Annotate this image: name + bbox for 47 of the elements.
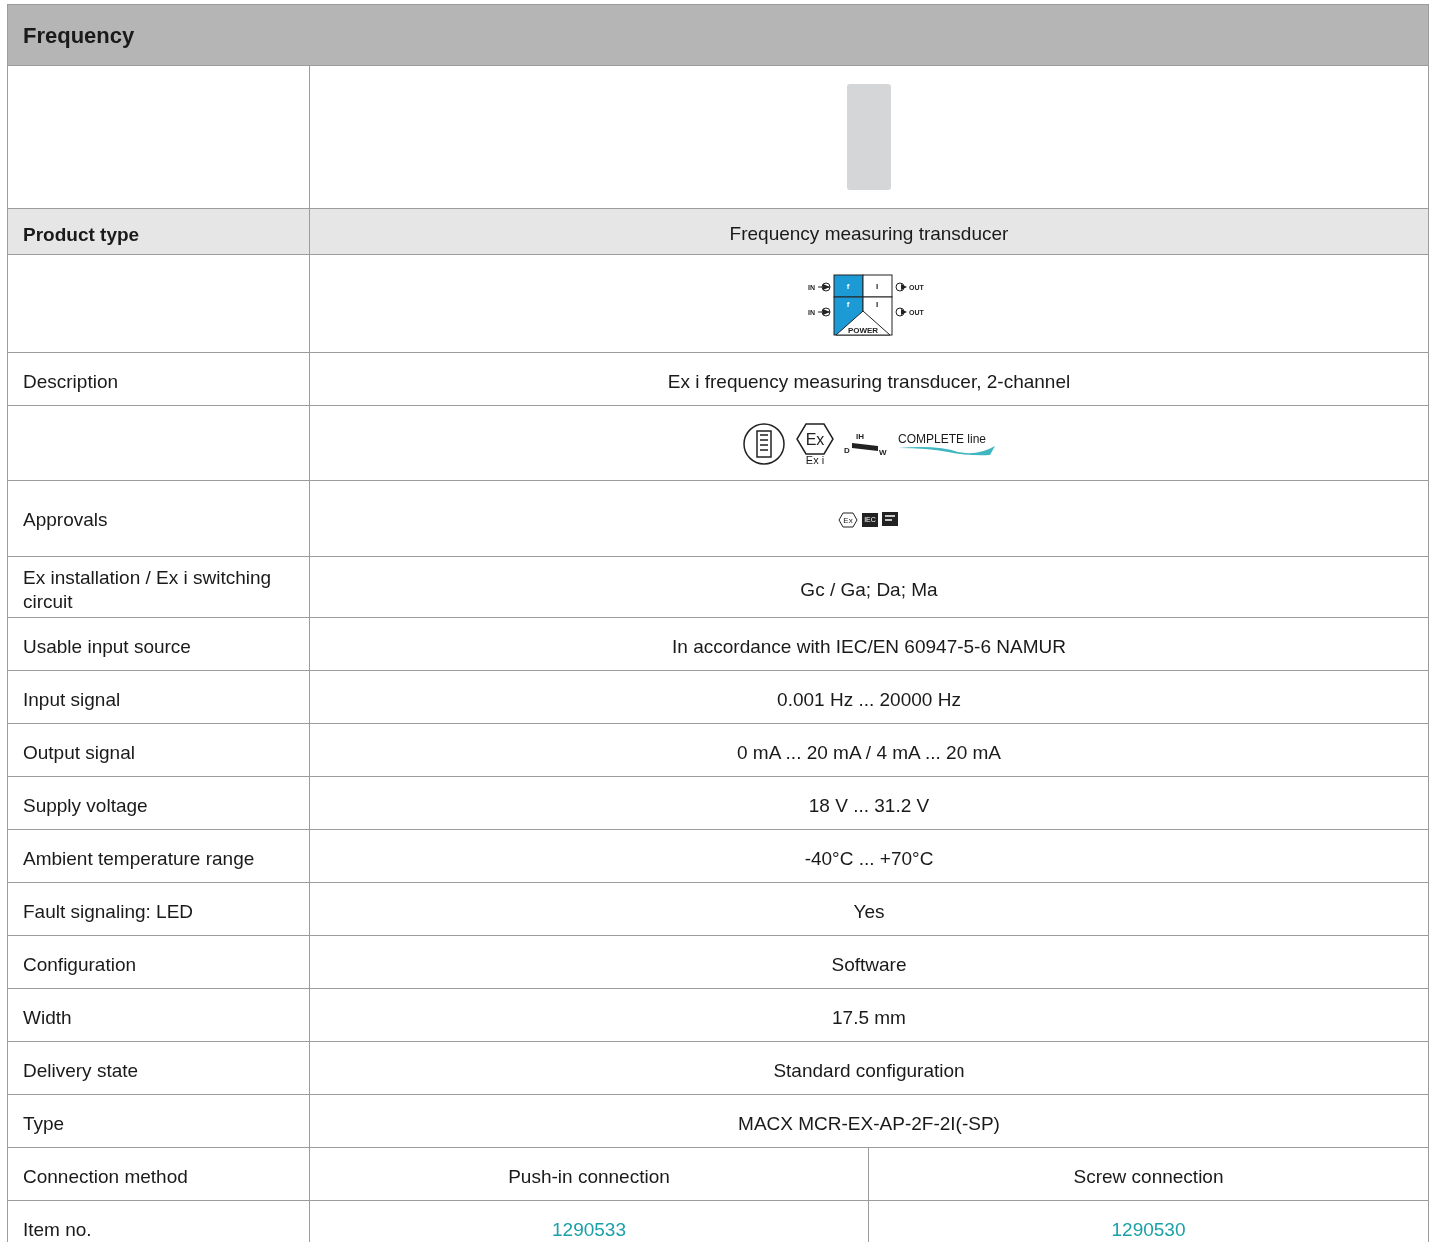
value-text: 0 mA ... 20 mA / 4 mA ... 20 mA [737,740,1001,765]
row-label: Connection method [23,1165,188,1189]
value-text: -40°C ... +70°C [804,846,934,871]
power-label: POWER [847,325,879,335]
value-text: Software [831,952,907,977]
value-text: In accordance with IEC/EN 60947-5-6 NAMUR [672,634,1066,659]
row-label: Configuration [23,953,137,977]
row-heading: Product type [23,222,140,247]
row-label: Output signal [23,741,135,765]
item-number-link[interactable]: 1290530 [1111,1215,1186,1242]
cell-label: I [875,281,879,291]
cell-label: f [846,299,850,309]
value-text: MACX MCR-EX-AP-2F-2I(-SP) [738,1111,1000,1136]
brand-text: COMPLETE line [898,432,987,446]
row-label: Ex installation / Ex i switching circuit [23,566,273,614]
value-text: Gc / Ga; Da; Ma [800,577,938,602]
dimension-label: D [844,446,850,455]
row-label: Approvals [23,507,108,532]
cell-label: I [875,299,879,309]
value-text: 0.001 Hz ... 20000 Hz [777,687,961,712]
row-label: Delivery state [23,1059,139,1083]
value-text: 17.5 mm [832,1005,906,1030]
value-text: Frequency measuring transducer [729,222,1009,247]
value-text: Screw connection [1073,1164,1224,1189]
ex-mark-text: Ex [843,515,853,525]
row-label: Fault signaling: LED [23,900,194,924]
item-number-link[interactable]: 1290533 [552,1215,626,1242]
value-text: 18 V ... 31.2 V [808,793,930,818]
row-label: Ambient temperature range [23,847,255,871]
ex-mark-text: Ex [805,430,825,448]
row-label: Description [23,370,119,394]
cell-label: f [846,281,850,291]
dimension-label: W [879,448,887,457]
ex-caption: Ex i [805,454,825,466]
value-text: Standard configuration [773,1058,965,1083]
value-text: Ex i frequency measuring transducer, 2-channel [667,369,1071,394]
row-label: Item no. [23,1218,92,1242]
row-label: Input signal [23,688,121,712]
row-label: Type [23,1112,65,1136]
row-label: Width [23,1006,72,1030]
value-text: Push-in connection [508,1164,670,1189]
row-label: Supply voltage [23,794,148,818]
table-title: Frequency [23,21,135,50]
row-label: Usable input source [23,635,191,659]
dimension-label: IH [856,432,864,441]
certification-mark-icon [881,511,900,528]
value-text: Yes [853,899,885,924]
